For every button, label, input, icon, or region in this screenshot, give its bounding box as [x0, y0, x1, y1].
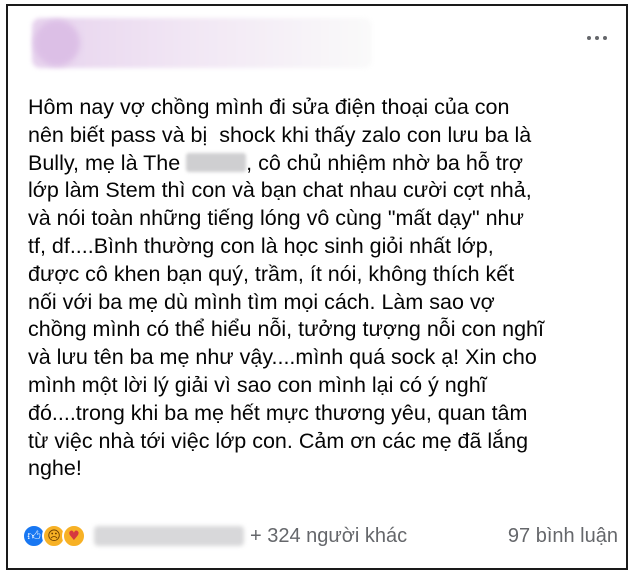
post-line: tf, df....Bình thường con là học sinh gi… [28, 233, 494, 258]
redacted-name [186, 152, 247, 172]
post-line: chồng mình có thể hiểu nỗi, tưởng tượng … [28, 317, 544, 342]
reaction-summary[interactable]: 👍︎ ☹︎ ♥ [22, 524, 86, 548]
post-line: và nói toàn những tiếng lóng vô cùng "mấ… [28, 206, 524, 231]
post-line: nên biết pass và bị shock khi thấy zalo … [28, 122, 532, 147]
post-line: được cô khen bạn quý, trầm, ít nói, khôn… [28, 261, 515, 286]
post-header-redacted [32, 18, 372, 68]
post-card: Hôm nay vợ chồng mình đi sửa điện thoại … [6, 4, 628, 570]
post-line: từ việc nhà tới việc lớp con. Cảm ơn các… [28, 428, 529, 453]
post-line: và lưu tên ba mẹ như vậy....mình quá soc… [28, 345, 537, 370]
post-line: Bully, mẹ là The [28, 150, 181, 175]
post-line: mình một lời lý giải vì sao con mình lại… [28, 372, 487, 397]
comment-count[interactable]: 97 bình luận [508, 525, 618, 548]
post-line: Hôm nay vợ chồng mình đi sửa điện thoại … [28, 95, 510, 119]
post-footer: 👍︎ ☹︎ ♥ + 324 người khác 97 bình luận [22, 519, 618, 553]
post-line: nghe! [28, 456, 82, 481]
post-line: , cô chủ nhiệm nhờ ba hỗ trợ [246, 150, 523, 175]
more-options-button[interactable] [582, 28, 612, 48]
care-reaction-icon: ♥ [62, 524, 86, 548]
avatar[interactable] [34, 20, 80, 66]
post-line: lớp làm Stem thì con và bạn chat nhau cư… [28, 178, 532, 203]
more-horizontal-icon [587, 36, 591, 40]
reaction-count[interactable]: + 324 người khác [250, 525, 407, 548]
post-line: đó....trong khi ba mẹ hết mực thương yêu… [28, 400, 528, 425]
reactor-name-redacted [94, 526, 244, 546]
post-body: Hôm nay vợ chồng mình đi sửa điện thoại … [28, 94, 624, 483]
post-line: nối với ba mẹ dù mình tìm mọi cách. Làm … [28, 289, 495, 314]
